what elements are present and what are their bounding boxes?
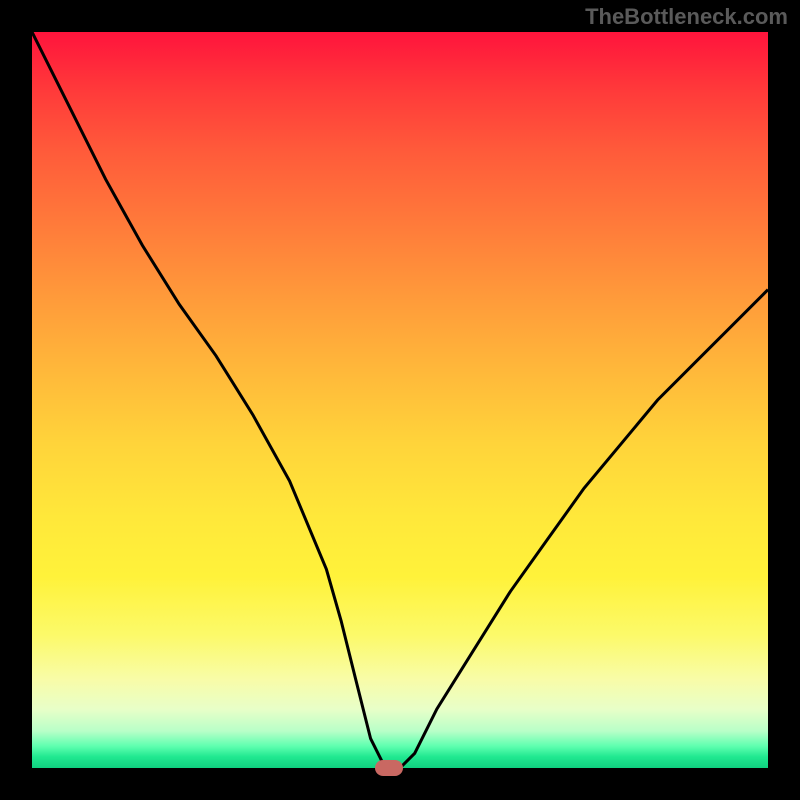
chart-plot-area xyxy=(32,32,768,768)
bottleneck-curve xyxy=(32,32,768,768)
minimum-marker xyxy=(375,760,403,776)
watermark-text: TheBottleneck.com xyxy=(585,4,788,30)
